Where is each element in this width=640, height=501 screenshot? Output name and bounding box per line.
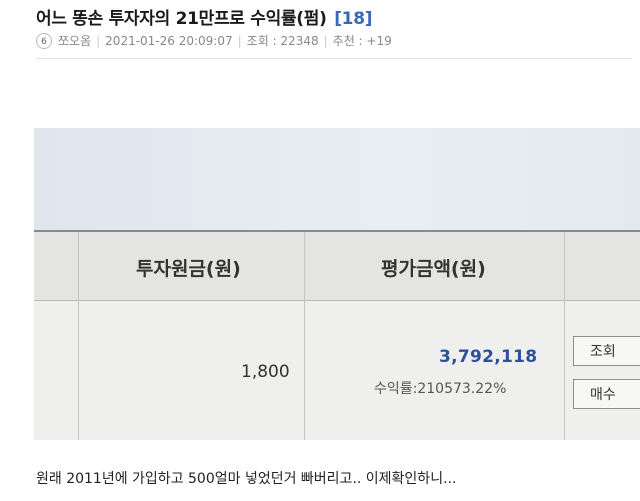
meta-divider: | — [237, 33, 242, 48]
post-meta: 6 쪼오옴 | 2021-01-26 20:09:07 | 조회 : 22348… — [36, 32, 392, 49]
column-divider — [564, 232, 565, 440]
title-divider — [36, 58, 632, 59]
principal-value: 1,800 — [241, 362, 290, 382]
screenshot-photo: 투자원금(원) 평가금액(원) 1,800 3,792,118 수익률:2105… — [34, 128, 640, 440]
recommend-count: 추천 : +19 — [332, 34, 392, 48]
level-badge-icon: 6 — [36, 32, 52, 49]
meta-divider: | — [96, 33, 101, 48]
header-principal: 투자원금(원) — [136, 258, 241, 280]
query-button[interactable]: 조회 — [573, 336, 640, 366]
table-body-row — [34, 301, 640, 440]
meta-divider: | — [323, 33, 328, 48]
comment-count[interactable]: [18] — [334, 9, 372, 29]
valuation-value: 3,792,118 — [439, 347, 538, 367]
post-date: 2021-01-26 20:09:07 — [105, 33, 233, 48]
post-caption: 원래 2011년에 가입하고 500얼마 넣었던거 빠버리고.. 이제확인하니.… — [36, 471, 457, 487]
buy-button[interactable]: 매수 — [573, 379, 640, 409]
screen-glare-band — [34, 128, 640, 230]
column-divider — [304, 232, 305, 440]
return-rate: 수익률:210573.22% — [374, 381, 507, 397]
column-divider — [78, 232, 79, 440]
view-count: 조회 : 22348 — [246, 34, 319, 48]
post-title-text: 어느 똥손 투자자의 21만프로 수익률(펌) — [36, 9, 327, 29]
header-valuation: 평가금액(원) — [381, 258, 486, 280]
author-name[interactable]: 쪼오옴 — [58, 32, 91, 49]
post-title: 어느 똥손 투자자의 21만프로 수익률(펌) [18] — [36, 4, 373, 29]
table-header-row — [34, 232, 640, 301]
